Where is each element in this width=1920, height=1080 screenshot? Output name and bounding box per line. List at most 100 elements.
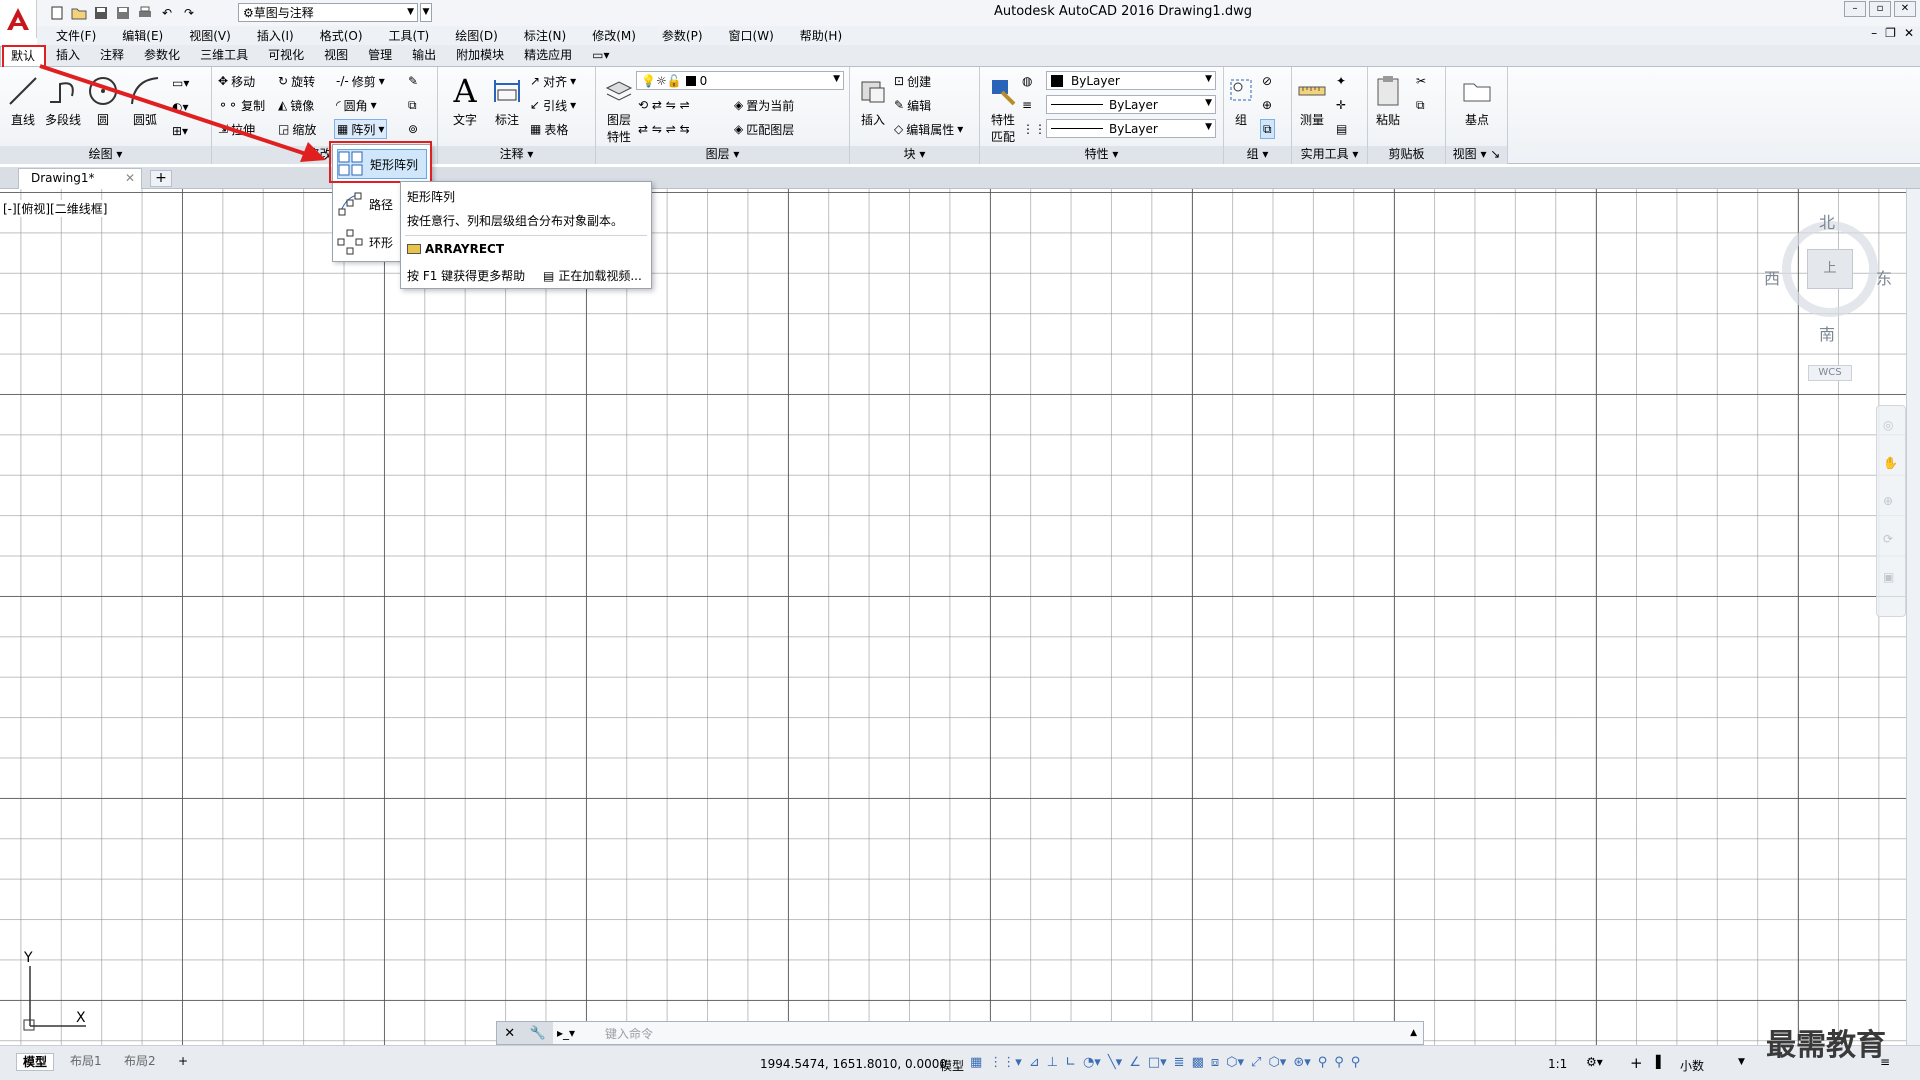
command-prompt-icon[interactable]: ▸_▾ <box>557 1026 575 1040</box>
panel-properties-title[interactable]: 特性 ▾ <box>980 146 1223 164</box>
new-document-button[interactable]: + <box>150 170 172 187</box>
coordinates-readout[interactable]: 1994.5474, 1651.8010, 0.0000 <box>760 1057 947 1071</box>
table-button[interactable]: ▦ 表格 <box>530 119 568 139</box>
panel-utilities-title[interactable]: 实用工具 ▾ <box>1292 146 1367 164</box>
edit-block-button[interactable]: ✎ 编辑 <box>894 95 931 115</box>
edit-attributes-button[interactable]: ◇ 编辑属性 ▾ <box>894 119 963 139</box>
grid-icon[interactable]: ▦ <box>970 1055 982 1070</box>
close-icon[interactable]: ✕ <box>504 1026 515 1041</box>
mirror-button[interactable]: ◭ 镜像 <box>278 95 314 115</box>
linetype-combo[interactable]: ByLayer ▼ <box>1046 95 1216 114</box>
transparency-icon[interactable]: ⋮⋮ <box>1022 119 1046 139</box>
redo-icon[interactable]: ↷ <box>180 4 198 22</box>
measure-button[interactable]: 测量 <box>1294 71 1330 128</box>
quick-select-icon[interactable]: ✦ <box>1336 71 1346 91</box>
snap-icon[interactable]: ⋮⋮▾ <box>989 1055 1022 1070</box>
tab-featured-apps[interactable]: 精选应用 <box>514 46 582 66</box>
color-combo[interactable]: ByLayer ▼ <box>1046 71 1216 90</box>
settings-gear-icon[interactable]: ⚙▾ <box>1586 1055 1603 1069</box>
dynamic-ucs-icon[interactable]: ⤢ <box>1251 1055 1261 1070</box>
chevron-up-icon[interactable]: ▲ <box>1410 1028 1417 1038</box>
match-layer-button[interactable]: ◈ 匹配图层 <box>734 119 794 139</box>
viewcube-south[interactable]: 南 <box>1819 321 1835 345</box>
tab-visualize[interactable]: 可视化 <box>258 46 314 66</box>
create-block-button[interactable]: ⊡ 创建 <box>894 71 931 91</box>
panel-annotation-title[interactable]: 注释 ▾ <box>438 146 595 164</box>
object-snap-tracking-icon[interactable]: ∠ <box>1129 1055 1141 1070</box>
copy-clip-icon[interactable]: ⧉ <box>1416 95 1425 115</box>
menu-modify[interactable]: 修改(M) <box>592 27 636 44</box>
isodraft-icon[interactable]: ╲▾ <box>1108 1055 1122 1070</box>
panel-clipboard-title[interactable]: 剪贴板 <box>1368 146 1445 164</box>
tab-annotate[interactable]: 注释 <box>90 46 134 66</box>
qat-customize-button[interactable]: ▼ <box>420 3 432 22</box>
showmotion-icon[interactable]: ▣ <box>1883 570 1894 584</box>
close-button[interactable]: ✕ <box>1894 1 1916 17</box>
pan-icon[interactable]: ✋ <box>1883 456 1898 470</box>
doc-restore-button[interactable]: ❐ <box>1885 26 1896 40</box>
viewcube-east[interactable]: 东 <box>1876 265 1892 289</box>
layer-tools-row-2[interactable]: ⇄ ⇋ ⇌ ⇆ <box>638 119 690 139</box>
wrench-icon[interactable]: 🔧 <box>530 1026 546 1041</box>
menu-dimension[interactable]: 标注(N) <box>524 27 566 44</box>
rectangle-button[interactable]: ▭▾ <box>172 73 189 93</box>
base-view-button[interactable]: 基点 <box>1456 71 1498 128</box>
print-icon[interactable] <box>136 4 154 22</box>
tab-layout1[interactable]: 布局1 <box>64 1053 108 1071</box>
ribbon-options-button[interactable]: ▭▾ <box>582 46 619 66</box>
dimension-button[interactable]: 标注 <box>486 71 528 128</box>
viewcube-west[interactable]: 西 <box>1764 265 1780 289</box>
menu-insert[interactable]: 插入(I) <box>257 27 294 44</box>
tab-layout2[interactable]: 布局2 <box>118 1053 162 1071</box>
scale-button[interactable]: ◲ 缩放 <box>278 119 316 139</box>
polyline-button[interactable]: 多段线 <box>42 71 84 128</box>
hatch-button[interactable]: ◐▾ <box>172 97 189 117</box>
menu-format[interactable]: 格式(O) <box>320 27 363 44</box>
arc-button[interactable]: 圆弧 <box>124 71 166 128</box>
minimize-button[interactable]: – <box>1844 1 1866 17</box>
leader-button[interactable]: ↙ 引线 ▾ <box>530 95 576 115</box>
gizmo-icon[interactable]: ⊛▾ <box>1293 1055 1310 1070</box>
transparency-toggle-icon[interactable]: ▩ <box>1192 1055 1204 1070</box>
annotation-visibility-icon[interactable]: ⚲ <box>1318 1055 1328 1070</box>
open-folder-icon[interactable] <box>70 4 88 22</box>
lineweight-toggle-icon[interactable]: ≣ <box>1174 1055 1185 1070</box>
lineweight-icon[interactable]: ≡ <box>1022 95 1032 115</box>
viewport-controls[interactable]: [-][俯视][二维线框] <box>3 200 108 217</box>
application-menu-button[interactable] <box>0 0 37 38</box>
tab-model[interactable]: 模型 <box>16 1053 55 1071</box>
cut-icon[interactable]: ✂ <box>1416 71 1426 91</box>
close-icon[interactable]: ✕ <box>125 169 135 188</box>
align-button[interactable]: ↗ 对齐 ▾ <box>530 71 576 91</box>
tab-parametric[interactable]: 参数化 <box>134 46 190 66</box>
menu-draw[interactable]: 绘图(D) <box>455 27 498 44</box>
menu-tools[interactable]: 工具(T) <box>389 27 430 44</box>
layer-combo[interactable]: 💡 ☼ 🔓 0 ▼ <box>636 71 844 90</box>
text-button[interactable]: A 文字 <box>444 71 486 128</box>
offset-button[interactable]: ⊚ <box>408 119 418 139</box>
line-button[interactable]: 直线 <box>2 71 44 128</box>
move-button[interactable]: ✥ 移动 <box>218 71 255 91</box>
zoom-icon[interactable]: ⊕ <box>1883 494 1893 508</box>
tab-view[interactable]: 视图 <box>314 46 358 66</box>
units-display[interactable]: 小数 <box>1680 1057 1704 1074</box>
selection-cycling-icon[interactable]: ⧈ <box>1211 1055 1219 1070</box>
wcs-menu[interactable]: WCS <box>1808 365 1852 381</box>
circle-button[interactable]: 圆 <box>82 71 124 128</box>
group-button[interactable]: 组 <box>1226 71 1256 128</box>
save-as-icon[interactable] <box>114 4 132 22</box>
layer-properties-button[interactable]: 图层 特性 <box>598 71 640 145</box>
ungroup-icon[interactable]: ⊘ <box>1262 71 1272 91</box>
layer-tools-row-1[interactable]: ⟲ ⇄ ⇋ ⇌ <box>638 95 690 115</box>
panel-draw-title[interactable]: 绘图 ▾ <box>0 146 211 164</box>
tab-addins[interactable]: 附加模块 <box>446 46 514 66</box>
panel-layers-title[interactable]: 图层 ▾ <box>596 146 849 164</box>
viewcube[interactable]: 北 西 东 南 上 WCS <box>1762 205 1894 381</box>
menu-file[interactable]: 文件(F) <box>56 27 96 44</box>
annotation-scale-icon[interactable]: ⚲ <box>1351 1055 1361 1070</box>
save-icon[interactable] <box>92 4 110 22</box>
maximize-button[interactable]: ▫ <box>1869 1 1891 17</box>
fillet-button[interactable]: ◜ 圆角 ▾ <box>336 95 377 115</box>
new-file-icon[interactable] <box>48 4 66 22</box>
panel-view-title[interactable]: 视图 ▾ ↘ <box>1446 146 1507 164</box>
